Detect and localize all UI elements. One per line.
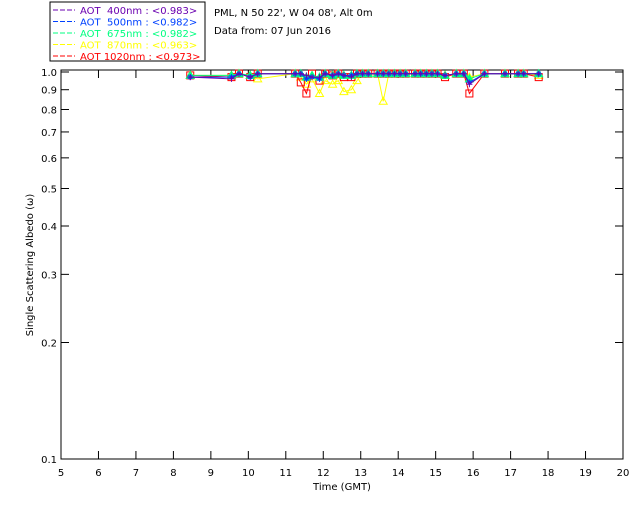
- x-tick-label: 10: [242, 468, 255, 479]
- x-tick-label: 17: [504, 468, 517, 479]
- y-tick-label: 0.3: [41, 270, 57, 281]
- y-axis-label: Single Scattering Albedo (ω): [25, 194, 36, 337]
- y-tick-label: 0.5: [41, 184, 57, 195]
- plot-frame: [60, 69, 624, 460]
- chart-svg: AOT 400nm : <0.983>AOT 500nm : <0.982>AO…: [25, 1, 629, 493]
- x-tick-label: 11: [279, 468, 292, 479]
- header-location: PML, N 50 22', W 04 08', Alt 0m: [214, 8, 373, 19]
- legend-entry: AOT 400nm : <0.983>: [80, 6, 197, 17]
- x-tick-label: 18: [542, 468, 555, 479]
- y-tick-label: 0.1: [41, 455, 57, 466]
- x-tick-label: 19: [579, 468, 592, 479]
- legend-entry: AOT 870nm : <0.963>: [80, 41, 197, 52]
- x-tick-label: 9: [208, 468, 214, 479]
- y-tick-label: 0.6: [41, 154, 57, 165]
- legend-entry: AOT 500nm : <0.982>: [80, 18, 197, 29]
- x-tick-label: 13: [354, 468, 367, 479]
- x-axis-label: Time (GMT): [312, 482, 371, 493]
- legend-entry: AOT 675nm : <0.982>: [80, 29, 197, 40]
- series-line: [190, 73, 539, 102]
- y-tick-label: 1.0: [41, 68, 57, 79]
- x-tick-label: 6: [95, 468, 101, 479]
- y-tick-label: 0.9: [41, 86, 57, 97]
- x-tick-label: 14: [392, 468, 405, 479]
- y-tick-label: 0.7: [41, 128, 57, 139]
- x-tick-label: 7: [133, 468, 139, 479]
- legend-entry: AOT 1020nm : <0.973>: [80, 52, 200, 63]
- chart: AOT 400nm : <0.983> AOT 500nm : <0.982> AO…: [0, 0, 640, 512]
- axes: 5 6 7 8 9 10 11 12 13 14 15 16 17 18 19 20 0.1 0.2 0.3 0.4 0…: [41, 68, 629, 479]
- x-tick-label: 16: [467, 468, 480, 479]
- x-tick-label: 8: [170, 468, 176, 479]
- y-tick-label: 0.4: [41, 222, 57, 233]
- x-tick-label: 15: [429, 468, 442, 479]
- series-group: [185, 68, 544, 105]
- header-date: Data from: 07 Jun 2016: [214, 26, 331, 37]
- x-tick-label: 12: [317, 468, 330, 479]
- y-tick-label: 0.8: [41, 106, 57, 117]
- y-tick-label: 0.2: [41, 339, 57, 350]
- x-tick-label: 20: [617, 468, 630, 479]
- x-tick-label: 5: [58, 468, 64, 479]
